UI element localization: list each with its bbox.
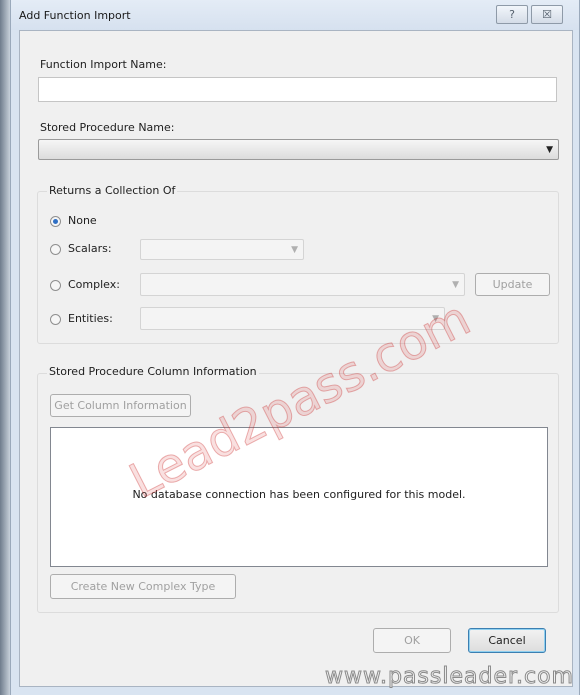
column-information-area: No database connection has been configur… [50, 427, 548, 567]
chevron-down-icon: ▼ [291, 244, 298, 255]
function-import-name-label: Function Import Name: [40, 58, 167, 71]
close-icon: ☒ [542, 8, 552, 21]
help-button[interactable]: ? [496, 5, 528, 24]
complex-dropdown[interactable]: ▼ [140, 273, 465, 296]
dialog-title: Add Function Import [19, 9, 131, 22]
radio-scalars-label[interactable]: Scalars: [68, 242, 112, 255]
dialog-window: Add Function Import ? ☒ Function Import … [10, 0, 580, 695]
chevron-down-icon: ▼ [452, 279, 459, 290]
cancel-button[interactable]: Cancel [468, 628, 546, 653]
radio-none-label[interactable]: None [68, 214, 97, 227]
close-button[interactable]: ☒ [531, 5, 563, 24]
entities-dropdown[interactable]: ▼ [140, 307, 445, 330]
radio-none[interactable] [50, 216, 61, 227]
update-button[interactable]: Update [475, 273, 550, 296]
column-information-group-label: Stored Procedure Column Information [47, 365, 259, 378]
create-new-complex-type-button[interactable]: Create New Complex Type [50, 574, 236, 599]
ok-button[interactable]: OK [373, 628, 451, 653]
no-connection-message: No database connection has been configur… [132, 488, 466, 501]
radio-complex[interactable] [50, 280, 61, 291]
get-column-information-button[interactable]: Get Column Information [50, 394, 191, 417]
background-window-edge [0, 0, 10, 695]
title-bar[interactable]: Add Function Import ? ☒ [11, 0, 579, 30]
scalars-dropdown[interactable]: ▼ [140, 239, 304, 260]
function-import-name-input[interactable] [38, 77, 557, 102]
chevron-down-icon: ▼ [546, 144, 553, 155]
radio-scalars[interactable] [50, 244, 61, 255]
stored-procedure-dropdown[interactable]: ▼ [38, 139, 559, 160]
stored-procedure-name-label: Stored Procedure Name: [40, 121, 175, 134]
radio-complex-label[interactable]: Complex: [68, 278, 120, 291]
returns-group-label: Returns a Collection Of [47, 184, 178, 197]
chevron-down-icon: ▼ [432, 313, 439, 324]
dialog-content: Function Import Name: Stored Procedure N… [19, 30, 573, 687]
radio-entities-label[interactable]: Entities: [68, 312, 113, 325]
radio-entities[interactable] [50, 314, 61, 325]
help-icon: ? [509, 8, 515, 21]
